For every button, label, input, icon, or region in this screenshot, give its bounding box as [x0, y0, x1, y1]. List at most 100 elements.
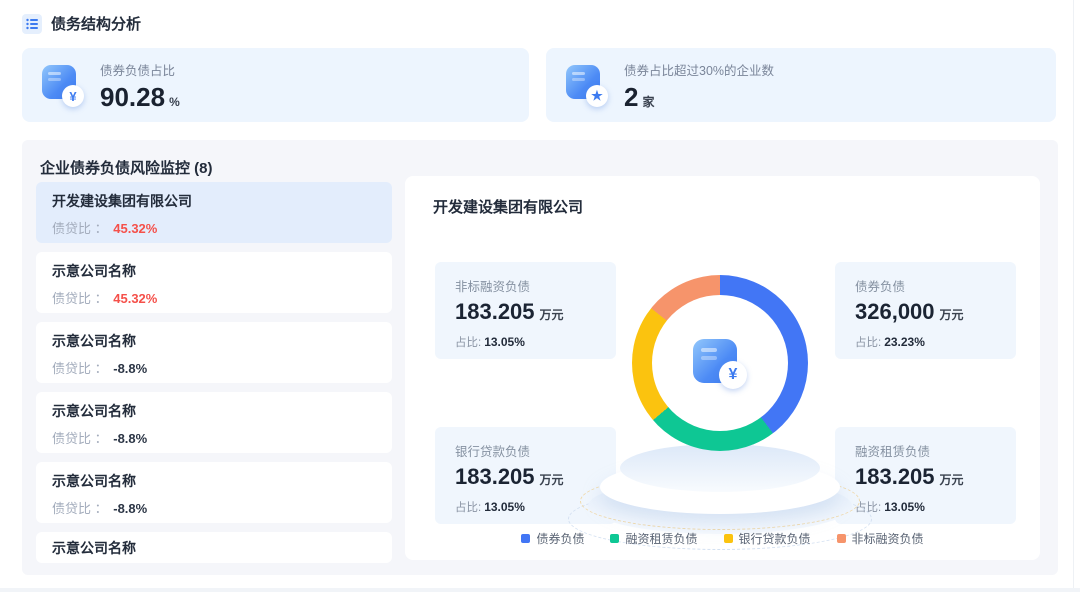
company-ratio: 债贷比 ： 45.32%: [52, 288, 376, 307]
summary-card-label: 债券占比超过30%的企业数: [624, 60, 774, 79]
risk-monitor-section: 企业债券负债风险监控 (8) 开发建设集团有限公司 债贷比 ： 45.32% 示…: [22, 140, 1058, 575]
donut-hole: ¥: [652, 295, 788, 431]
share-label: 占比:: [855, 337, 881, 349]
debt-card-share: 占比:23.23%: [855, 334, 996, 350]
debt-card-value: 183.205 万元: [855, 466, 996, 488]
debt-card-label: 非标融资负债: [455, 276, 596, 295]
summary-card-text: 债券占比超过30%的企业数 2 家: [624, 60, 774, 110]
ratio-value: -8.8%: [113, 501, 147, 516]
legend-label: 非标融资负债: [852, 530, 924, 547]
star-badge-icon: ★: [566, 63, 608, 107]
company-list-item[interactable]: 示意公司名称 债贷比 ： -8.8%: [36, 392, 392, 453]
summary-card-bond-debt-ratio: ¥ 债券负债占比 90.28 %: [22, 48, 529, 122]
section-header: 债务结构分析: [22, 13, 141, 34]
company-list-item[interactable]: 开发建设集团有限公司 债贷比 ： 45.32%: [36, 182, 392, 243]
yen-icon: ¥: [719, 361, 747, 389]
legend-item[interactable]: 融资租赁负债: [610, 530, 697, 547]
debt-structure-page: 债务结构分析 ¥ 债券负债占比 90.28 % ★ 债券占比超过30%的企业数 …: [0, 0, 1080, 592]
star-icon: ★: [586, 85, 608, 107]
ratio-value: -8.8%: [113, 361, 147, 376]
share-value: 13.05%: [884, 500, 925, 514]
debt-card-value: 183.205 万元: [455, 301, 596, 323]
debt-card-nonstandard: 非标融资负债 183.205 万元 占比:13.05%: [435, 262, 616, 359]
yen-icon: ¥: [62, 85, 84, 107]
list-icon: [22, 14, 42, 34]
share-value: 13.05%: [484, 500, 525, 514]
summary-value-unit: %: [169, 96, 180, 108]
legend-label: 债券负债: [536, 530, 584, 547]
debt-value-unit: 万元: [940, 474, 964, 486]
company-name: 开发建设集团有限公司: [52, 192, 376, 210]
debt-value-number: 183.205: [855, 466, 935, 488]
legend-label: 融资租赁负债: [625, 530, 697, 547]
monitor-title: 企业债券负债风险监控 (8): [40, 157, 213, 178]
legend-swatch: [724, 534, 733, 543]
share-label: 占比:: [455, 337, 481, 349]
ratio-value: 45.32%: [113, 221, 157, 236]
chart-legend: 债券负债 融资租赁负债 银行贷款负债 非标融资负债: [405, 530, 1040, 547]
company-name: 示意公司名称: [52, 402, 376, 420]
summary-value-number: 90.28: [100, 84, 165, 110]
debt-card-share: 占比:13.05%: [855, 499, 996, 515]
company-ratio: 债贷比 ： -8.8%: [52, 428, 376, 447]
ratio-value: -8.8%: [113, 431, 147, 446]
share-value: 13.05%: [484, 335, 525, 349]
share-value: 23.23%: [884, 335, 925, 349]
company-name: 示意公司名称: [52, 472, 376, 490]
ratio-label: 债贷比 ：: [52, 291, 108, 306]
pedestal-top-ellipse: [620, 444, 820, 492]
company-detail-panel: 开发建设集团有限公司 非标融资负债 183.205 万元 占比:13.05% 债…: [405, 176, 1040, 560]
debt-card-value: 183.205 万元: [455, 466, 596, 488]
company-ratio: 债贷比 ： -8.8%: [52, 358, 376, 377]
share-label: 占比:: [455, 502, 481, 514]
summary-value-unit: 家: [642, 96, 654, 108]
company-name: 示意公司名称: [52, 262, 376, 280]
scrollbar-track[interactable]: [1073, 0, 1080, 592]
legend-label: 银行贷款负债: [739, 530, 811, 547]
yen-badge-icon: ¥: [693, 337, 747, 389]
legend-item[interactable]: 银行贷款负债: [724, 530, 811, 547]
company-name: 示意公司名称: [52, 332, 376, 350]
summary-card-value: 90.28 %: [100, 84, 180, 110]
ratio-label: 债贷比 ：: [52, 361, 108, 376]
debt-card-label: 银行贷款负债: [455, 441, 596, 460]
company-list-item[interactable]: 示意公司名称 债贷比 ： -8.8%: [36, 322, 392, 383]
ratio-label: 债贷比 ：: [52, 501, 108, 516]
summary-card-companies-over-30: ★ 债券占比超过30%的企业数 2 家: [546, 48, 1056, 122]
legend-swatch: [610, 534, 619, 543]
debt-card-bond: 债券负债 326,000 万元 占比:23.23%: [835, 262, 1016, 359]
legend-swatch: [837, 534, 846, 543]
ratio-label: 债贷比 ：: [52, 221, 108, 236]
debt-value-number: 183.205: [455, 466, 535, 488]
next-section-edge: [0, 588, 1080, 592]
debt-value-unit: 万元: [540, 474, 564, 486]
page-title: 债务结构分析: [51, 13, 141, 34]
company-list-item[interactable]: 示意公司名称: [36, 532, 392, 563]
debt-card-share: 占比:13.05%: [455, 334, 596, 350]
summary-card-value: 2 家: [624, 84, 774, 110]
company-name: 示意公司名称: [52, 539, 376, 557]
company-ratio: 债贷比 ： 45.32%: [52, 218, 376, 237]
company-ratio: 债贷比 ： -8.8%: [52, 498, 376, 517]
company-list-item[interactable]: 示意公司名称 债贷比 ： 45.32%: [36, 252, 392, 313]
legend-item[interactable]: 债券负债: [521, 530, 584, 547]
company-list: 开发建设集团有限公司 债贷比 ： 45.32% 示意公司名称 债贷比 ： 45.…: [36, 182, 392, 572]
summary-card-text: 债券负债占比 90.28 %: [100, 60, 180, 110]
detail-title: 开发建设集团有限公司: [433, 196, 583, 217]
company-list-item[interactable]: 示意公司名称 债贷比 ： -8.8%: [36, 462, 392, 523]
debt-card-value: 326,000 万元: [855, 301, 996, 323]
debt-value-number: 183.205: [455, 301, 535, 323]
debt-value-number: 326,000: [855, 301, 935, 323]
summary-value-number: 2: [624, 84, 638, 110]
legend-item[interactable]: 非标融资负债: [837, 530, 924, 547]
yen-badge-icon: ¥: [42, 63, 84, 107]
summary-card-label: 债券负债占比: [100, 60, 180, 79]
debt-value-unit: 万元: [540, 309, 564, 321]
debt-value-unit: 万元: [940, 309, 964, 321]
debt-card-label: 债券负债: [855, 276, 996, 295]
debt-card-label: 融资租赁负债: [855, 441, 996, 460]
ratio-value: 45.32%: [113, 291, 157, 306]
donut-chart[interactable]: ¥: [632, 275, 808, 451]
legend-swatch: [521, 534, 530, 543]
ratio-label: 债贷比 ：: [52, 431, 108, 446]
